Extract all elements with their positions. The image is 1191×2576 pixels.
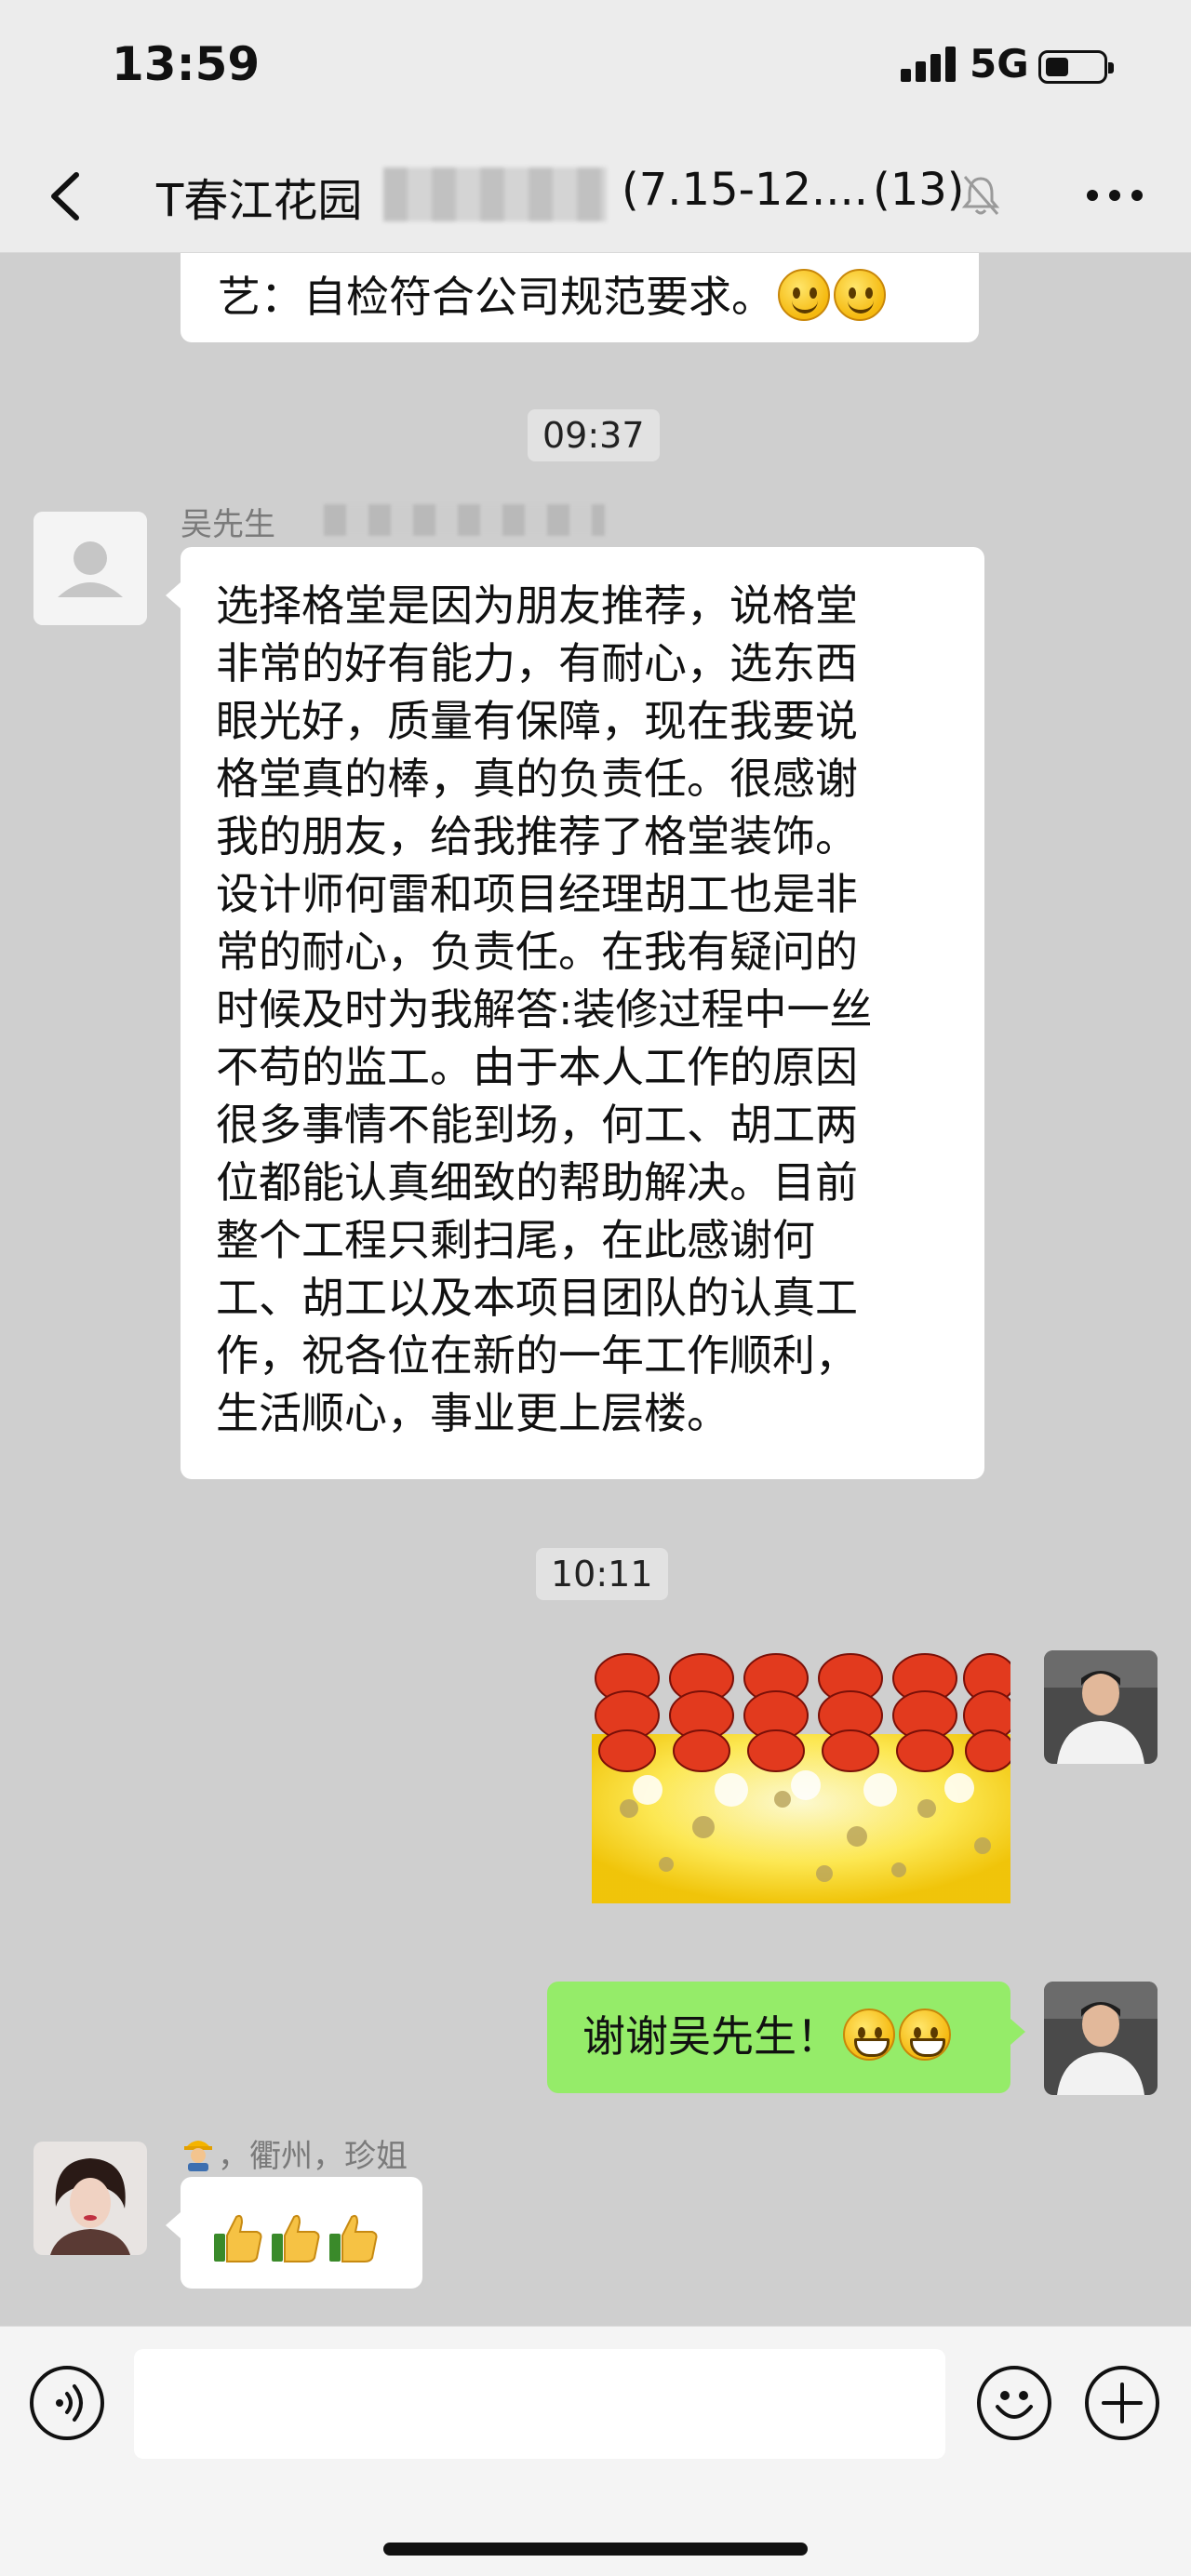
chevron-left-icon[interactable] (39, 164, 95, 229)
avatar[interactable] (33, 512, 147, 625)
message-line: 位都能认真细致的帮助解决。目前 (216, 1157, 858, 1208)
thumbs-up-icon (214, 2214, 262, 2262)
timestamp: 09:37 (528, 409, 660, 461)
chat-header: T春江花园 (7.15-12.... (13) (0, 140, 1191, 253)
message-line: 时候及时为我解答:装修过程中一丝 (216, 984, 873, 1034)
man-avatar-icon (1044, 1982, 1158, 2095)
message-line: 常的耐心，负责任。在我有疑问的 (216, 927, 858, 977)
status-bar: 13:59 5G (0, 0, 1191, 140)
network-label: 5G (970, 41, 1029, 87)
message-line: 工、胡工以及本项目团队的认真工 (216, 1273, 858, 1323)
chat-title-date-range: (7.15-12.... (622, 164, 869, 216)
message-line: 眼光好，质量有保障，现在我要说 (216, 696, 858, 746)
message-text: 谢谢吴先生！ (582, 2011, 839, 2062)
firecracker-sticker-image (592, 1653, 1017, 1903)
message-list: 艺：自检符合公司规范要求。 09:37 吴先生 选择格堂是因为朋友推荐，说格堂 … (0, 253, 1191, 2326)
timestamp: 10:11 (536, 1548, 668, 1600)
message-bubble[interactable]: 艺：自检符合公司规范要求。 (181, 253, 979, 342)
voice-icon[interactable] (30, 2366, 104, 2440)
redacted-title-block (383, 167, 607, 221)
message-text: 艺：自检符合公司规范要求。 (218, 272, 774, 322)
member-count: (13) (873, 164, 965, 216)
home-indicator (383, 2543, 808, 2556)
default-avatar-icon (33, 512, 147, 625)
man-avatar-icon (1044, 1650, 1158, 1764)
more-dots-icon[interactable] (1087, 190, 1143, 205)
emoji-icon[interactable] (977, 2366, 1051, 2440)
plus-icon[interactable] (1085, 2366, 1159, 2440)
message-line: 生活顺心，事业更上层楼。 (216, 1388, 729, 1438)
battery-icon (1038, 50, 1114, 84)
outgoing-message-bubble[interactable]: 谢谢吴先生！ (547, 1982, 1025, 2093)
message-line: 不苟的监工。由于本人工作的原因 (216, 1042, 858, 1092)
message-line: 非常的好有能力，有耐心，选东西 (216, 638, 858, 688)
message-line: 整个工程只剩扫尾，在此感谢何 (216, 1215, 815, 1265)
status-time: 13:59 (112, 37, 261, 91)
woman-avatar-icon (33, 2142, 147, 2255)
message-input[interactable] (134, 2349, 945, 2459)
signal-icon (901, 45, 960, 82)
chat-title: T春江花园 (156, 175, 363, 227)
avatar[interactable] (33, 2142, 147, 2255)
worker-emoji-icon (182, 2134, 214, 2171)
smile-emoji-icon (778, 269, 830, 321)
sender-name: 吴先生 (181, 506, 275, 543)
grin-emoji-icon (843, 2009, 895, 2061)
thumbs-up-icon (329, 2214, 378, 2262)
message-line: 很多事情不能到场，何工、胡工两 (216, 1100, 858, 1150)
sender-name: ，衢州，珍姐 (218, 2138, 408, 2175)
message-bubble[interactable] (166, 2177, 422, 2289)
message-line: 设计师何雷和项目经理胡工也是非 (216, 869, 858, 919)
message-bubble[interactable]: 选择格堂是因为朋友推荐，说格堂 非常的好有能力，有耐心，选东西 眼光好，质量有保… (166, 547, 984, 1479)
avatar[interactable] (1044, 1650, 1158, 1764)
thumbs-up-icon (272, 2214, 320, 2262)
avatar[interactable] (1044, 1982, 1158, 2095)
bell-slash-icon (961, 176, 1000, 215)
grin-emoji-icon (899, 2009, 951, 2061)
long-message-text: 选择格堂是因为朋友推荐，说格堂 非常的好有能力，有耐心，选东西 眼光好，质量有保… (216, 577, 957, 1442)
message-line: 选择格堂是因为朋友推荐，说格堂 (216, 581, 858, 631)
smile-emoji-icon (834, 269, 886, 321)
message-line: 格堂真的棒，真的负责任。很感谢 (216, 754, 858, 804)
message-line: 我的朋友，给我推荐了格堂装饰。 (216, 811, 858, 861)
firecracker-sticker[interactable] (592, 1650, 1017, 1903)
redacted-name-block (324, 504, 605, 536)
input-bar (0, 2326, 1191, 2576)
message-line: 作，祝各位在新的一年工作顺利， (216, 1330, 858, 1381)
